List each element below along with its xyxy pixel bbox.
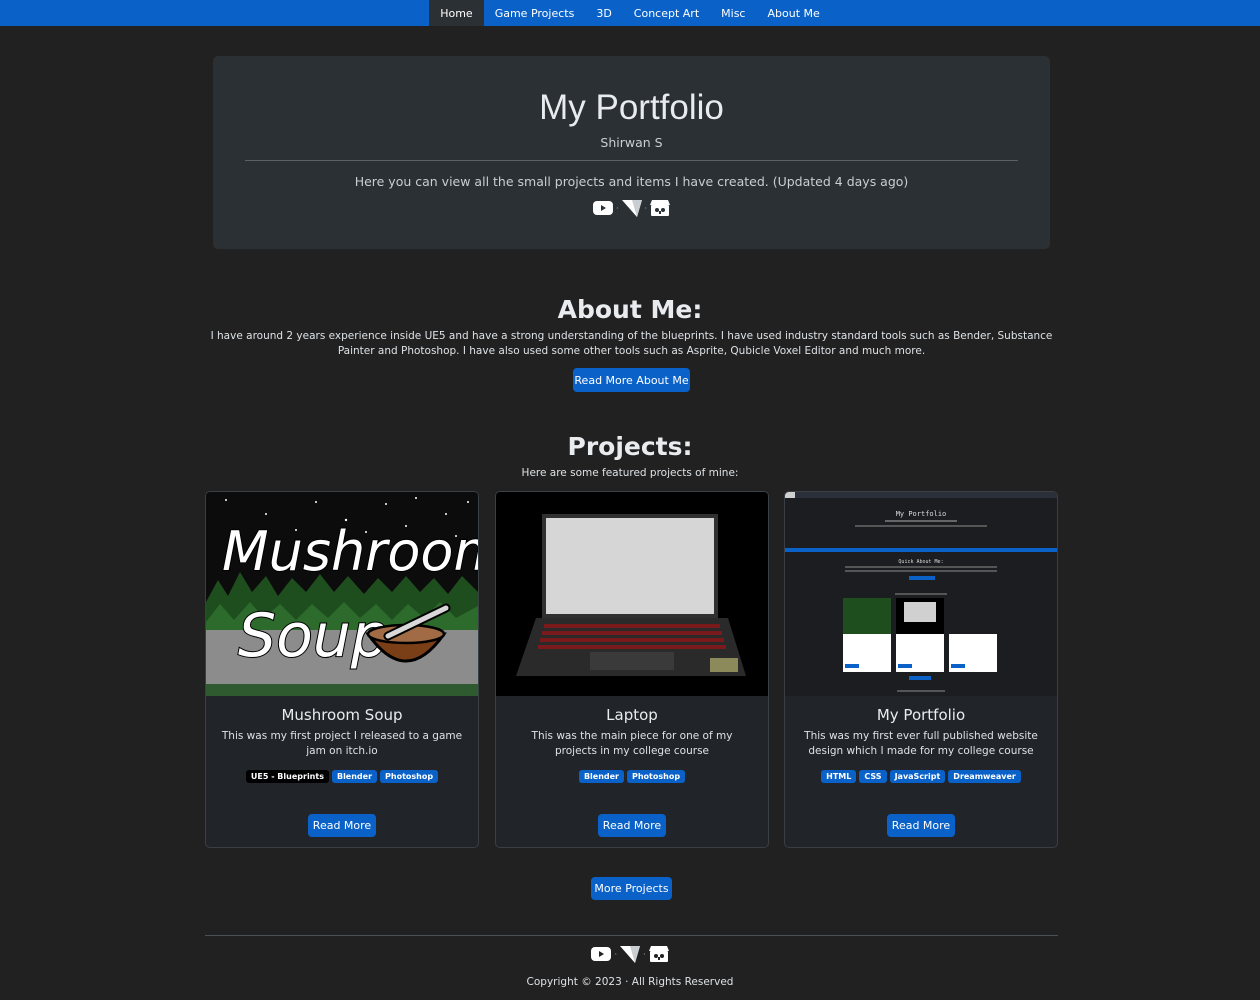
project-card-laptop: Laptop This was the main piece for one o… (495, 491, 769, 848)
projects-subtitle: Here are some featured projects of mine: (521, 467, 739, 479)
project-card-my-portfolio: My Portfolio Quick About Me: My Portfoli… (784, 491, 1058, 848)
svg-text:Soup: Soup (238, 601, 389, 671)
more-projects-button[interactable]: More Projects (591, 877, 672, 900)
author-name: Shirwan S (600, 135, 663, 150)
tag-dreamweaver: Dreamweaver (948, 770, 1021, 783)
tag-list: Blender Photoshop (496, 770, 768, 783)
social-links: · · (213, 199, 1050, 217)
tag-css: CSS (859, 770, 887, 783)
tag-blender: Blender (578, 770, 624, 783)
separator: · (643, 949, 646, 959)
nav-about-me[interactable]: About Me (756, 0, 830, 26)
itch-io-icon[interactable] (650, 199, 671, 217)
svg-text:Quick About Me:: Quick About Me: (898, 559, 943, 565)
tag-blender: Blender (331, 770, 378, 783)
card-title: My Portfolio (876, 706, 966, 724)
separator: · (644, 203, 648, 213)
nav-game-projects[interactable]: Game Projects (484, 0, 586, 26)
footer-social-links: · · (0, 945, 1260, 963)
itch-io-icon[interactable] (648, 945, 669, 963)
portfolio-screenshot-image[interactable]: My Portfolio Quick About Me: (785, 492, 1057, 696)
laptop-image[interactable] (496, 492, 768, 696)
tag-list: UE5 - Blueprints Blender Photoshop (206, 770, 478, 783)
card-description: This was my first project I released to … (221, 730, 463, 757)
footer-divider (205, 935, 1058, 936)
read-more-button[interactable]: Read More (887, 814, 955, 837)
svg-text:My Portfolio: My Portfolio (896, 510, 947, 518)
card-title: Mushroom Soup (281, 706, 403, 724)
youtube-icon[interactable] (592, 201, 613, 215)
projects-heading: Projects: (567, 432, 693, 461)
card-description: This was my first ever full published we… (804, 730, 1038, 757)
nav-home[interactable]: Home (429, 0, 484, 26)
read-more-button[interactable]: Read More (308, 814, 376, 837)
card-title: Laptop (606, 706, 658, 724)
svg-text:Mushroom: Mushroom (222, 520, 478, 583)
hero-panel: My Portfolio Shirwan S Here you can view… (213, 56, 1050, 249)
copyright-text: Copyright © 2023 · All Rights Reserved (526, 976, 734, 988)
youtube-icon[interactable] (591, 947, 612, 961)
nav-concept-art[interactable]: Concept Art (623, 0, 710, 26)
about-heading: About Me: (557, 295, 703, 324)
page-title: My Portfolio (539, 88, 724, 127)
card-description: This was the main piece for one of my pr… (531, 730, 733, 757)
top-navbar: Home Game Projects 3D Concept Art Misc A… (0, 0, 1260, 26)
tag-list: HTML CSS JavaScript Dreamweaver (785, 770, 1057, 783)
mushroom-soup-image[interactable]: Mushroom Soup (206, 492, 478, 696)
tag-html: HTML (821, 770, 857, 783)
separator: · (615, 203, 619, 213)
tag-photoshop: Photoshop (380, 770, 439, 783)
tag-photoshop: Photoshop (627, 770, 686, 783)
tag-javascript: JavaScript (889, 770, 946, 783)
tag-ue5-blueprints: UE5 - Blueprints (245, 770, 329, 783)
about-text: I have around 2 years experience inside … (210, 330, 1053, 357)
read-more-about-button[interactable]: Read More About Me (573, 368, 690, 392)
divider (245, 160, 1018, 161)
vector-logo-icon[interactable] (621, 199, 642, 217)
project-card-mushroom-soup: Mushroom Soup Mushroom Soup This was my … (205, 491, 479, 848)
read-more-button[interactable]: Read More (598, 814, 666, 837)
nav-3d[interactable]: 3D (585, 0, 622, 26)
nav-misc[interactable]: Misc (710, 0, 756, 26)
separator: · (614, 949, 617, 959)
hero-description: Here you can view all the small projects… (354, 174, 909, 189)
vector-logo-icon[interactable] (620, 945, 640, 963)
